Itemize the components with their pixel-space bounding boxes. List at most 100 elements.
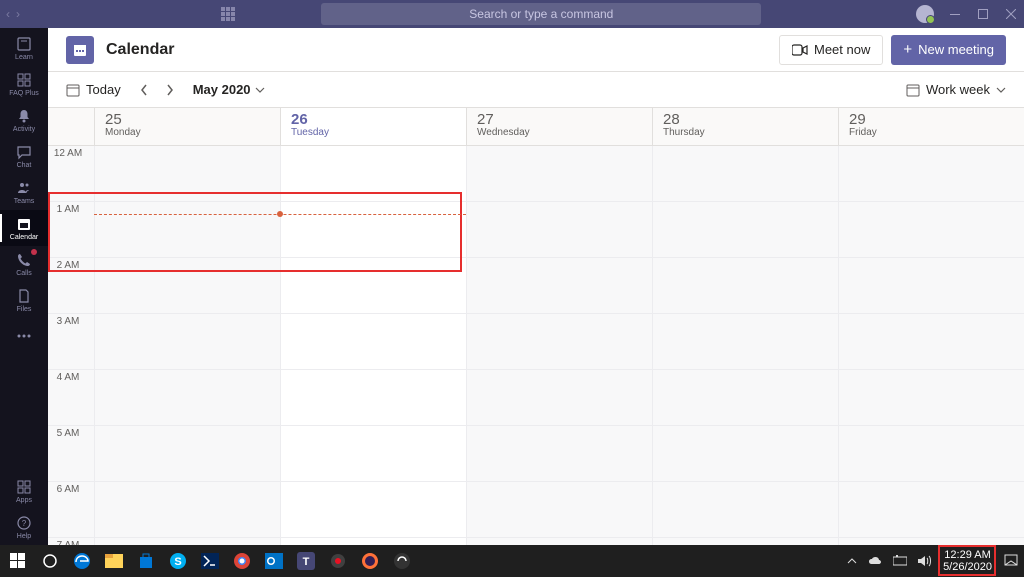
time-slot[interactable] bbox=[838, 538, 1024, 545]
time-slot[interactable] bbox=[652, 146, 838, 201]
grid-icon bbox=[15, 71, 33, 89]
view-picker[interactable]: Work week bbox=[906, 82, 1006, 97]
time-slot[interactable] bbox=[838, 258, 1024, 313]
clock-date: 5/26/2020 bbox=[943, 561, 992, 573]
time-slot[interactable] bbox=[280, 482, 466, 537]
day-header-fri[interactable]: 29Friday bbox=[838, 108, 1024, 145]
time-slot[interactable] bbox=[94, 146, 280, 201]
time-slot[interactable] bbox=[838, 482, 1024, 537]
time-slot[interactable] bbox=[94, 538, 280, 545]
time-slot[interactable] bbox=[652, 538, 838, 545]
svg-text:T: T bbox=[303, 556, 310, 568]
time-slot[interactable] bbox=[652, 370, 838, 425]
time-slot[interactable] bbox=[838, 146, 1024, 201]
back-icon[interactable]: ‹ bbox=[6, 7, 10, 21]
taskbar-app-store[interactable] bbox=[130, 545, 162, 577]
tray-chevron-icon[interactable] bbox=[841, 545, 863, 577]
taskbar-clock[interactable]: 12:29 AM 5/26/2020 bbox=[937, 549, 998, 573]
time-slot[interactable] bbox=[94, 370, 280, 425]
time-slot[interactable] bbox=[94, 314, 280, 369]
taskbar-app-skype[interactable]: S bbox=[162, 545, 194, 577]
tray-volume-icon[interactable] bbox=[913, 545, 935, 577]
sidebar-item-calendar[interactable]: Calendar bbox=[0, 210, 48, 246]
time-slot[interactable] bbox=[466, 314, 652, 369]
time-slot[interactable] bbox=[466, 258, 652, 313]
time-slot[interactable] bbox=[838, 426, 1024, 481]
meet-now-button[interactable]: Meet now bbox=[779, 35, 883, 65]
time-slot[interactable] bbox=[280, 538, 466, 545]
avatar[interactable] bbox=[916, 5, 934, 23]
time-slot[interactable] bbox=[652, 314, 838, 369]
time-slot[interactable] bbox=[652, 258, 838, 313]
time-slot[interactable] bbox=[838, 202, 1024, 257]
time-slot[interactable] bbox=[280, 258, 466, 313]
close-icon[interactable] bbox=[1004, 8, 1018, 20]
app-sidebar: Learn FAQ Plus Activity Chat Teams Calen… bbox=[0, 28, 48, 545]
time-slot[interactable] bbox=[652, 482, 838, 537]
maximize-icon[interactable] bbox=[976, 8, 990, 20]
sidebar-item-learn[interactable]: Learn bbox=[0, 30, 48, 66]
sidebar-item-chat[interactable]: Chat bbox=[0, 138, 48, 174]
time-slot[interactable] bbox=[466, 426, 652, 481]
time-slot[interactable] bbox=[838, 314, 1024, 369]
time-slot[interactable] bbox=[94, 202, 280, 257]
taskbar-app-edge[interactable] bbox=[66, 545, 98, 577]
next-button[interactable] bbox=[159, 79, 181, 101]
time-slot[interactable] bbox=[94, 426, 280, 481]
time-slot[interactable] bbox=[652, 202, 838, 257]
time-slot[interactable] bbox=[94, 258, 280, 313]
time-slot[interactable] bbox=[280, 426, 466, 481]
time-slot[interactable] bbox=[280, 146, 466, 201]
forward-icon[interactable]: › bbox=[16, 7, 20, 21]
time-slot[interactable] bbox=[94, 482, 280, 537]
time-slot[interactable] bbox=[466, 370, 652, 425]
time-slot[interactable] bbox=[466, 482, 652, 537]
time-slot[interactable] bbox=[838, 370, 1024, 425]
sidebar-item-teams[interactable]: Teams bbox=[0, 174, 48, 210]
time-slot[interactable] bbox=[466, 202, 652, 257]
day-number: 28 bbox=[663, 112, 828, 127]
day-headers: 25Monday 26Tuesday 27Wednesday 28Thursda… bbox=[48, 108, 1024, 146]
taskbar-app-powershell[interactable] bbox=[194, 545, 226, 577]
taskbar-app-explorer[interactable] bbox=[98, 545, 130, 577]
minimize-icon[interactable] bbox=[948, 8, 962, 20]
day-header-wed[interactable]: 27Wednesday bbox=[466, 108, 652, 145]
book-icon bbox=[15, 35, 33, 53]
tray-onedrive-icon[interactable] bbox=[865, 545, 887, 577]
day-header-thu[interactable]: 28Thursday bbox=[652, 108, 838, 145]
sidebar-item-calls[interactable]: Calls bbox=[0, 246, 48, 282]
bell-icon bbox=[15, 107, 33, 125]
calendar-grid[interactable]: 12 AM1 AM2 AM3 AM4 AM5 AM6 AM7 AM bbox=[48, 146, 1024, 545]
taskbar-app-recorder[interactable] bbox=[322, 545, 354, 577]
time-slot[interactable] bbox=[652, 426, 838, 481]
app-launcher-icon[interactable] bbox=[220, 6, 236, 22]
day-header-tue[interactable]: 26Tuesday bbox=[280, 108, 466, 145]
taskbar-app-outlook[interactable] bbox=[258, 545, 290, 577]
new-meeting-button[interactable]: + New meeting bbox=[891, 35, 1006, 65]
time-slot[interactable] bbox=[280, 314, 466, 369]
taskbar-app-firefox[interactable] bbox=[354, 545, 386, 577]
sidebar-item-faqplus[interactable]: FAQ Plus bbox=[0, 66, 48, 102]
taskbar-app-snip[interactable] bbox=[386, 545, 418, 577]
tray-notifications-icon[interactable] bbox=[1000, 545, 1022, 577]
sidebar-item-activity[interactable]: Activity bbox=[0, 102, 48, 138]
sidebar-item-help[interactable]: ?Help bbox=[0, 509, 48, 545]
start-button[interactable] bbox=[2, 545, 34, 577]
sidebar-item-label: FAQ Plus bbox=[9, 90, 39, 97]
taskbar-app-chrome[interactable] bbox=[226, 545, 258, 577]
sidebar-item-files[interactable]: Files bbox=[0, 282, 48, 318]
tray-network-icon[interactable] bbox=[889, 545, 911, 577]
sidebar-item-more[interactable] bbox=[0, 318, 48, 354]
prev-button[interactable] bbox=[133, 79, 155, 101]
taskbar-app-teams[interactable]: T bbox=[290, 545, 322, 577]
time-slot[interactable] bbox=[280, 370, 466, 425]
time-slot[interactable] bbox=[466, 146, 652, 201]
month-picker[interactable]: May 2020 bbox=[193, 82, 265, 97]
time-slot[interactable] bbox=[466, 538, 652, 545]
taskbar-app-cortana[interactable] bbox=[34, 545, 66, 577]
today-button[interactable]: Today bbox=[66, 82, 121, 97]
time-slot[interactable] bbox=[280, 202, 466, 257]
sidebar-item-apps[interactable]: Apps bbox=[0, 473, 48, 509]
search-input[interactable]: Search or type a command bbox=[321, 3, 761, 25]
day-header-mon[interactable]: 25Monday bbox=[94, 108, 280, 145]
